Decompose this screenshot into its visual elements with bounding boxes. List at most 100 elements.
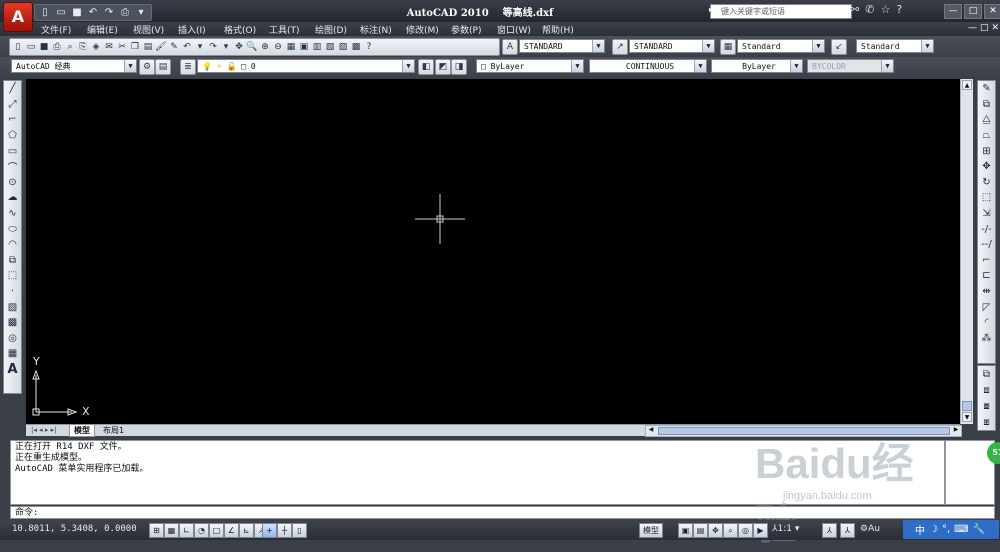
offset-icon[interactable]: ⏢ [978,128,995,144]
communication-center-icon[interactable]: ✆ [865,3,874,16]
extend-icon[interactable]: --/ [978,237,995,253]
publish-icon[interactable]: ⎘ [77,41,89,53]
dim-style-icon[interactable]: ↗ [612,39,628,55]
menu-insert[interactable]: 插入(I) [178,23,206,36]
showmotion-icon[interactable]: ▶ [753,523,768,538]
layer-dropdown[interactable]: 💡 ☼ 🔓 □ 0 ▼ [197,59,415,73]
dim-style-dropdown[interactable]: STANDARD ▼ [629,39,715,53]
snap-mode-icon[interactable]: ⊞ [149,523,164,538]
drawing-close-button[interactable]: ✕ [992,23,1000,33]
properties-icon[interactable]: ▦ [285,41,297,53]
menu-dimension[interactable]: 标注(N) [360,23,392,36]
gradient-icon[interactable]: ▩ [4,315,21,331]
dynamic-input-icon[interactable]: + [262,523,277,538]
menu-view[interactable]: 视图(V) [133,23,164,36]
sheet-set-icon[interactable]: ▧ [324,41,336,53]
favorites-icon[interactable]: ☆ [880,3,890,16]
rectangle-icon[interactable]: ▭ [4,143,21,159]
3d-dwf-icon[interactable]: ◈ [90,41,102,53]
pan-icon[interactable]: ✥ [233,41,245,53]
spline-icon[interactable]: ∿ [4,206,21,222]
scroll-thumb[interactable] [962,401,972,411]
text-style-dropdown[interactable]: STANDARD ▼ [519,39,605,53]
punctuation-icon[interactable]: °, [942,524,950,535]
coordinate-readout[interactable]: 10.8011, 5.3408, 0.0000 [12,524,137,534]
arc-icon[interactable]: ⌒ [4,159,21,175]
tab-layout1[interactable]: 布局1 [99,425,128,436]
layer-states-icon[interactable]: ◨ [451,59,467,75]
layer-previous-icon[interactable]: ◩ [435,59,451,75]
menu-format[interactable]: 格式(O) [224,23,256,36]
mirror-icon[interactable]: ⧋ [978,112,995,128]
ortho-mode-icon[interactable]: ∟ [179,523,194,538]
multiline-text-icon[interactable]: A [4,362,21,378]
grid-display-icon[interactable]: ▦ [164,523,179,538]
text-style-icon[interactable]: A [502,39,518,55]
open-file-icon[interactable]: ▭ [54,6,68,19]
plot-preview-icon[interactable]: ⌕ [64,41,76,53]
bring-above-icon[interactable]: ⧇ [978,398,995,414]
tab-model[interactable]: 模型 [69,425,95,437]
quick-view-layouts-icon[interactable]: ▣ [678,523,693,538]
menu-modify[interactable]: 修改(M) [406,23,439,36]
join-icon[interactable]: ⇹ [978,284,995,300]
search-input[interactable]: 键入关键字或短语 [710,4,852,19]
stretch-icon[interactable]: ⇲ [978,206,995,222]
drawing-minimize-button[interactable]: — [968,23,977,33]
array-icon[interactable]: ⊞ [978,143,995,159]
region-icon[interactable]: ◎ [4,331,21,347]
point-icon[interactable]: · [4,284,21,300]
menu-window[interactable]: 窗口(W) [497,23,531,36]
ellipse-arc-icon[interactable]: ◠ [4,237,21,253]
insert-block-icon[interactable]: ⧉ [4,253,21,269]
workspace-settings-icon[interactable]: ⚙ [139,59,155,75]
cut-icon[interactable]: ✂ [116,41,128,53]
match-properties-icon[interactable]: 🖌 [155,41,167,53]
redo-icon[interactable]: ↷ [102,6,116,19]
plot-icon[interactable]: ⎙ [118,6,132,19]
etransmit-icon[interactable]: ✉ [103,41,115,53]
redo-icon[interactable]: ↷ [207,41,219,53]
line-icon[interactable]: ╱ [4,81,21,97]
rotate-icon[interactable]: ↻ [978,175,995,191]
save-icon[interactable]: ■ [70,6,84,19]
make-current-layer-icon[interactable]: ◧ [418,59,434,75]
ellipse-icon[interactable]: ⬭ [4,221,21,237]
multileader-style-icon[interactable]: ↙ [831,39,847,55]
lineweight-dropdown[interactable]: ByLayer ▼ [711,59,803,73]
send-under-icon[interactable]: ⧆ [978,414,995,430]
workspace-save-icon[interactable]: ▤ [155,59,171,75]
paste-icon[interactable]: ▤ [142,41,154,53]
undo-dropdown-icon[interactable]: ▾ [194,41,206,53]
close-button[interactable]: ✕ [984,4,1000,19]
layer-properties-icon[interactable]: ≣ [180,59,196,75]
linetype-dropdown[interactable]: CONTINUOUS ▼ [589,59,707,73]
copy-icon[interactable]: ❐ [129,41,141,53]
plot-icon[interactable]: ⎙ [51,41,63,53]
quick-view-drawings-icon[interactable]: ▤ [693,523,708,538]
help-icon[interactable]: ? [363,41,375,53]
polygon-icon[interactable]: ⬠ [4,128,21,144]
drawing-canvas[interactable]: Y X [26,79,960,424]
send-to-back-icon[interactable]: ⧈ [978,382,995,398]
scroll-up-icon[interactable]: ▲ [962,80,972,90]
vertical-scrollbar[interactable]: ▲ ▼ [960,79,973,424]
command-input[interactable]: 命令: [10,506,995,519]
open-icon[interactable]: ▭ [25,41,37,53]
explode-icon[interactable]: ⁂ [978,331,995,347]
object-snap-icon[interactable]: □ [209,523,224,538]
hatch-icon[interactable]: ▨ [4,299,21,315]
copy-object-icon[interactable]: ⧉ [978,97,995,113]
ime-settings-icon[interactable]: 🔧 [973,524,985,535]
bring-to-front-icon[interactable]: ⧉ [978,366,995,382]
tool-palettes-icon[interactable]: ▥ [311,41,323,53]
table-style-dropdown[interactable]: Standard ▼ [737,39,825,53]
block-editor-icon[interactable]: ✎ [168,41,180,53]
menu-draw[interactable]: 绘图(D) [315,23,347,36]
zoom-previous-icon[interactable]: ⊖ [272,41,284,53]
minimize-button[interactable]: — [944,4,962,19]
steeringwheel-icon[interactable]: ◎ [738,523,753,538]
markup-icon[interactable]: ▨ [337,41,349,53]
new-file-icon[interactable]: ▯ [38,6,52,19]
lineweight-toggle-icon[interactable]: ┼ [277,523,292,538]
